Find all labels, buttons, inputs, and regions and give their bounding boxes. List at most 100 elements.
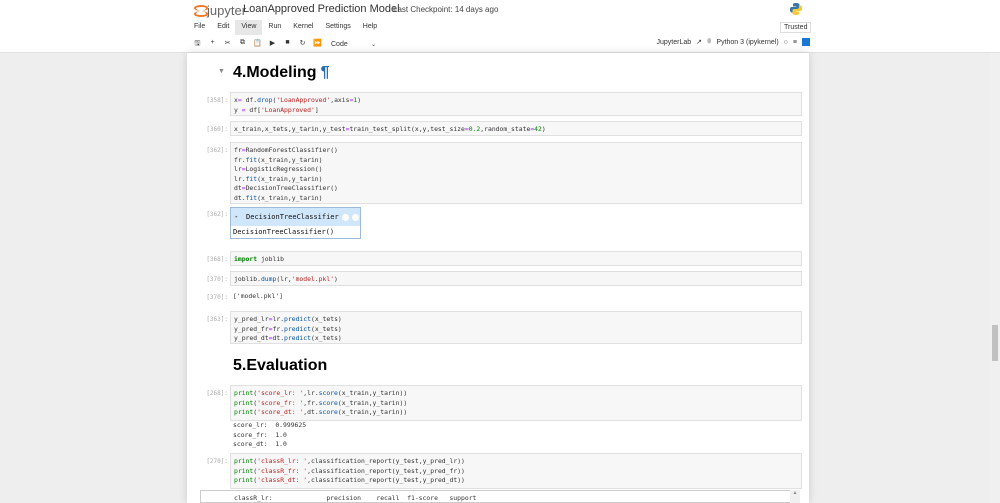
code-line: print('classR_fr: ',classification_repor… bbox=[234, 467, 798, 477]
code-token: 0.2 bbox=[468, 125, 481, 133]
code-token: lr. bbox=[234, 174, 246, 183]
code-token: dump bbox=[260, 275, 277, 283]
output-scrollbar[interactable]: ▲ bbox=[790, 490, 800, 503]
code-token: ,lr. bbox=[303, 389, 319, 397]
code-cell[interactable]: y_pred_lr=lr.predict(x_tets) y_pred_fr=fr… bbox=[230, 311, 802, 344]
code-cell[interactable]: print('classR_lr: ',classification_repor… bbox=[230, 453, 802, 489]
menu-run[interactable]: Run bbox=[262, 20, 287, 35]
input-prompt: [362]: bbox=[206, 147, 228, 154]
code-token: y_pred_fr bbox=[234, 324, 269, 333]
code-token: fr. bbox=[272, 324, 285, 333]
code-token: lr. bbox=[272, 315, 285, 323]
code-token: (x_train,y_tarin)) bbox=[337, 408, 408, 417]
code-line: joblib.dump(lr,'model.pkl') bbox=[234, 275, 798, 285]
code-token: y_pred_dt bbox=[234, 334, 269, 343]
jupyterlab-link[interactable]: JupyterLab bbox=[656, 39, 691, 46]
code-token: (x_train,y_tarin)) bbox=[337, 398, 408, 407]
fast-forward-icon[interactable]: ⏩ bbox=[310, 39, 325, 50]
code-line: fr=RandomForestClassifier() bbox=[234, 146, 798, 156]
code-line: y_pred_fr=fr.predict(x_tets) bbox=[234, 325, 798, 335]
chevron-down-icon[interactable]: ⌄ bbox=[371, 41, 376, 48]
cut-icon[interactable]: ✂ bbox=[220, 39, 235, 50]
python-logo-icon bbox=[790, 3, 802, 15]
notebook-icon[interactable] bbox=[802, 38, 810, 46]
code-line: print('classR_lr: ',classification_repor… bbox=[234, 457, 798, 467]
trusted-badge[interactable]: Trusted bbox=[780, 22, 812, 33]
code-token: lr bbox=[234, 165, 242, 174]
code-line: dt.fit(x_train,y_tarin) bbox=[234, 194, 798, 204]
expand-icon[interactable]: ▸ bbox=[235, 214, 238, 220]
code-token: ,classification_report(y_test,y_pred_dt)… bbox=[307, 476, 465, 485]
external-link-icon: ↗ bbox=[696, 39, 702, 46]
code-token: ) bbox=[334, 275, 338, 283]
run-icon[interactable]: ▶ bbox=[265, 39, 280, 50]
heading-modeling: 4.Modeling ¶ bbox=[233, 64, 330, 81]
code-token: (lr, bbox=[276, 275, 292, 283]
menu-help[interactable]: Help bbox=[357, 20, 383, 35]
anchor-link[interactable]: ¶ bbox=[321, 64, 330, 81]
code-cell[interactable]: x_train,x_tets,y_tarin,y_test=train_test… bbox=[230, 121, 802, 136]
jupyter-logo[interactable]: jupyter bbox=[194, 3, 246, 18]
input-prompt: [268]: bbox=[206, 390, 228, 397]
code-cell[interactable]: x= df.drop('LoanApproved',axis=1) y = df[… bbox=[230, 92, 802, 116]
paste-icon[interactable]: 📋 bbox=[250, 39, 265, 50]
code-token: fr. bbox=[234, 155, 246, 164]
code-cell[interactable]: print('score_lr: ',lr.score(x_train,y_ta… bbox=[230, 385, 802, 421]
code-token: y_pred_lr bbox=[234, 315, 269, 323]
widget-body: DecisionTreeClassifier() bbox=[233, 228, 335, 236]
code-token: 'classR_lr: ' bbox=[257, 457, 308, 465]
plus-icon[interactable]: + bbox=[205, 39, 220, 50]
menu-view[interactable]: View bbox=[235, 20, 263, 35]
copy-icon[interactable]: ⧉ bbox=[235, 39, 250, 50]
code-token: ,dt. bbox=[303, 408, 319, 417]
code-token: x_train,x_tets,y_tarin,y_test bbox=[234, 125, 346, 133]
code-token: print bbox=[234, 408, 254, 417]
code-cell[interactable]: joblib.dump(lr,'model.pkl') bbox=[230, 271, 802, 286]
collapse-heading-icon[interactable]: ▼ bbox=[218, 68, 225, 75]
code-line: import joblib bbox=[234, 255, 798, 265]
code-token: RandomForestClassifier() bbox=[245, 146, 338, 154]
notebook-title[interactable]: LoanApproved Prediction Model bbox=[243, 3, 400, 15]
code-cell[interactable]: fr=RandomForestClassifier() fr.fit(x_trai… bbox=[230, 142, 802, 204]
code-line: print('score_fr: ',fr.score(x_train,y_ta… bbox=[234, 399, 798, 409]
score-output: score_lr: 0.999625 score_fr: 1.0 score_d… bbox=[233, 421, 307, 449]
code-line: fr.fit(x_train,y_tarin) bbox=[234, 156, 798, 166]
widget-title: DecisionTreeClassifier bbox=[246, 213, 339, 221]
code-token: print bbox=[234, 389, 254, 397]
menu-edit[interactable]: Edit bbox=[211, 20, 235, 35]
save-icon[interactable]: 🖫 bbox=[190, 39, 205, 50]
code-token: ) bbox=[541, 125, 546, 133]
estimator-widget[interactable]: ▸ DecisionTreeClassifier DecisionTreeClas… bbox=[230, 207, 361, 239]
code-token: fr bbox=[234, 146, 242, 154]
menu-icon[interactable]: ≡ bbox=[793, 39, 797, 46]
code-token: train_test_split(x,y,test_size bbox=[349, 125, 465, 133]
info-icon[interactable] bbox=[341, 213, 349, 221]
output-prompt: [362]: bbox=[206, 211, 228, 218]
kernel-area: JupyterLab ↗ ⬮ Python 3 (ipykernel) ○ ≡ bbox=[656, 38, 810, 46]
code-token: 'model.pkl' bbox=[291, 275, 335, 283]
restart-icon[interactable]: ↻ bbox=[295, 39, 310, 50]
code-token: fit bbox=[245, 193, 258, 202]
menu-settings[interactable]: Settings bbox=[319, 20, 356, 35]
code-token: fit bbox=[245, 155, 258, 164]
cell-type-select[interactable]: Code bbox=[331, 41, 371, 48]
code-token: score bbox=[318, 398, 338, 407]
output-prompt: [370]: bbox=[206, 294, 228, 301]
stop-icon[interactable]: ■ bbox=[280, 39, 295, 50]
input-prompt: [368]: bbox=[206, 256, 228, 263]
code-token: (x_train,y_tarin) bbox=[257, 155, 323, 164]
code-token: dt. bbox=[234, 193, 246, 202]
jupyter-logo-icon bbox=[194, 4, 208, 17]
kernel-name[interactable]: Python 3 (ipykernel) bbox=[716, 39, 778, 46]
checkpoint-status: Last Checkpoint: 14 days ago bbox=[393, 5, 499, 14]
debugger-icon[interactable]: ⬮ bbox=[707, 38, 711, 46]
scrollbar-thumb[interactable] bbox=[992, 325, 998, 361]
page-scrollbar[interactable] bbox=[990, 53, 1000, 503]
input-prompt: [270]: bbox=[206, 458, 228, 465]
input-prompt: [363]: bbox=[206, 316, 228, 323]
code-token: (x_train,y_tarin) bbox=[257, 174, 323, 183]
code-cell[interactable]: import joblib bbox=[230, 251, 802, 266]
code-token: ,classification_report(y_test,y_pred_lr)… bbox=[307, 457, 465, 465]
menu-file[interactable]: File bbox=[188, 20, 211, 35]
menu-kernel[interactable]: Kernel bbox=[287, 20, 319, 35]
